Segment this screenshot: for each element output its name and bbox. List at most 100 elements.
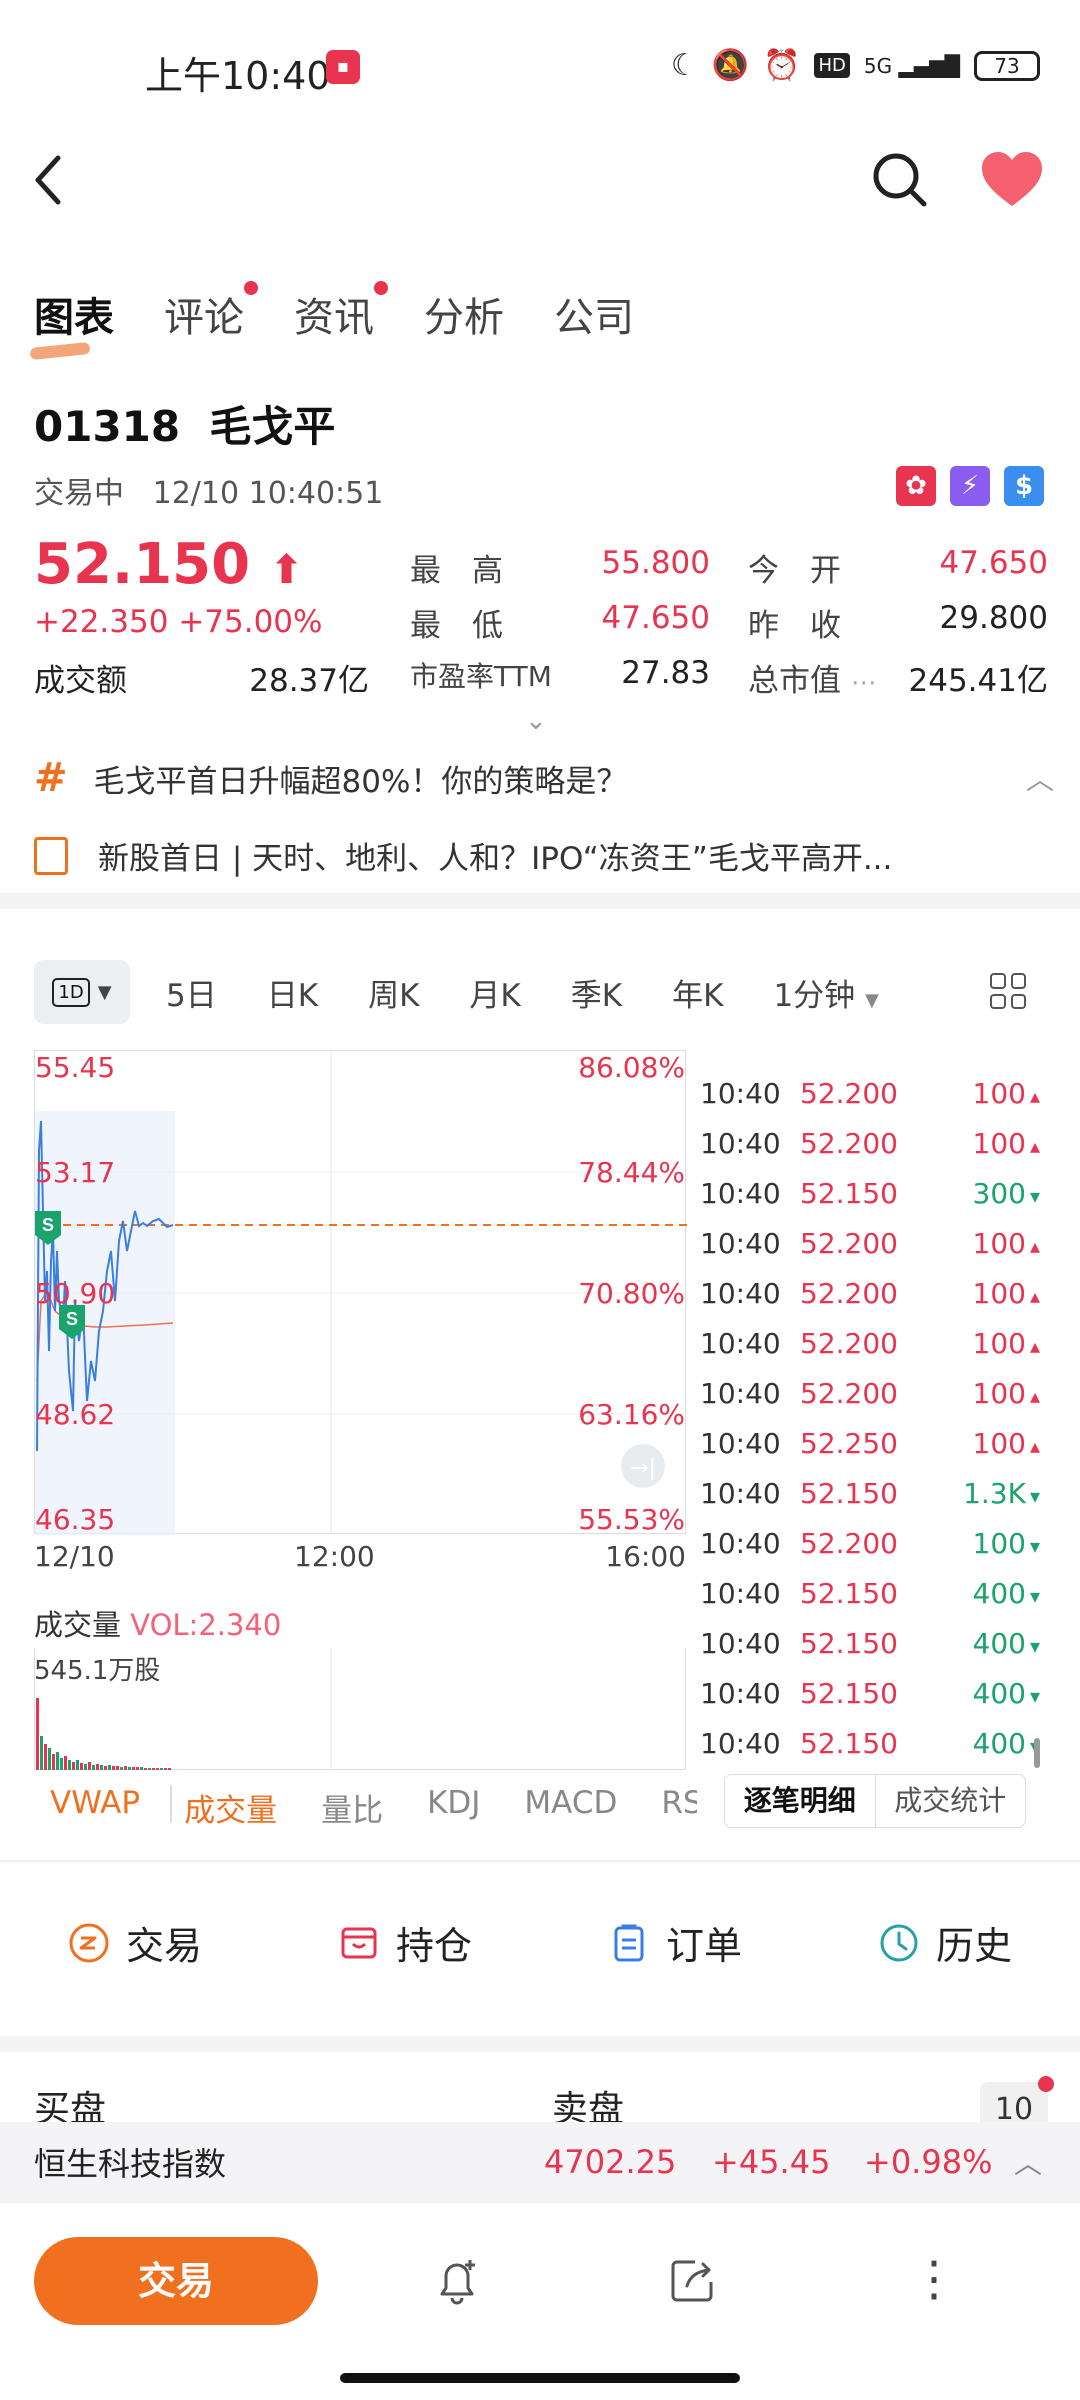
favorite-button[interactable]: [980, 150, 1044, 210]
tab-news[interactable]: 资讯: [294, 281, 388, 343]
y-axis-label: 46.35: [35, 1503, 116, 1536]
period-5d[interactable]: 5日: [166, 970, 217, 1015]
index-ticker[interactable]: 恒生科技指数 4702.25 +45.45 +0.98% ︿: [0, 2122, 1080, 2202]
tick-row: 10:40 52.150 400▾: [700, 1718, 1040, 1768]
arrow-up-icon: ▴: [1029, 1083, 1040, 1108]
home-indicator[interactable]: [340, 2373, 740, 2383]
hd-icon: HD: [814, 53, 850, 78]
tick-volume: 400▾: [972, 1576, 1041, 1610]
tick-volume: 300 ▾: [972, 1176, 1041, 1210]
tick-price: 52.200: [800, 1076, 898, 1110]
tick-volume: 100 ▴: [972, 1126, 1041, 1160]
indicator-volume[interactable]: 成交量: [184, 1785, 277, 1830]
tick-price: 52.200: [800, 1276, 898, 1310]
position-icon: [341, 1927, 377, 1958]
tick-row: 10:40 52.200 100 ▾: [700, 1518, 1040, 1568]
trade-button[interactable]: 交易: [34, 2237, 318, 2325]
indicator-kdj[interactable]: KDJ: [427, 1785, 480, 1830]
index-value: 4702.25: [544, 2143, 677, 2181]
indicator-volume-ratio[interactable]: 量比: [321, 1785, 383, 1830]
interval-select[interactable]: 1分钟 ▼: [773, 970, 878, 1015]
dollar-icon: $: [1004, 466, 1044, 506]
tick-volume: 1.3K ▾: [963, 1476, 1040, 1510]
period-day-k[interactable]: 日K: [267, 970, 318, 1015]
hk-flag-icon: ✿: [896, 466, 936, 506]
period-week-k[interactable]: 周K: [368, 970, 419, 1015]
position-action[interactable]: 持仓: [338, 1915, 472, 1970]
alarm-icon: ⏰: [763, 48, 801, 83]
tick-time: 10:40: [700, 1626, 781, 1660]
status-text: 交易中: [34, 476, 124, 511]
indicator-vwap[interactable]: VWAP: [50, 1785, 140, 1830]
chevron-left-icon: [35, 155, 61, 205]
expand-quote-icon[interactable]: ⌄: [525, 706, 547, 736]
hashtag-icon: #: [34, 755, 68, 801]
tab-comments[interactable]: 评论: [164, 281, 258, 343]
back-button[interactable]: [30, 150, 80, 210]
tab-tick-stats[interactable]: 成交统计: [876, 1775, 1026, 1827]
stock-code: 01318: [34, 402, 181, 451]
period-month-k[interactable]: 月K: [469, 970, 520, 1015]
tick-price: 52.150: [800, 1176, 898, 1210]
tick-list[interactable]: 10:40 52.200 100 ▴ 10:40 52.200 100 ▴ 10:40 52.15…: [700, 1068, 1040, 1768]
y-axis-label: 50.90: [35, 1277, 116, 1310]
y-axis-pct-label: 78.44%: [578, 1156, 685, 1189]
level2-icon: ⚡: [950, 466, 990, 506]
share-button[interactable]: [665, 2254, 719, 2308]
arrow-down-icon: ▾: [1029, 1483, 1040, 1508]
history-icon: [880, 1924, 918, 1961]
tick-price: 52.200: [800, 1226, 898, 1260]
tick-row: 10:40 52.150 300 ▾: [700, 1168, 1040, 1218]
news-article-text: 新股首日 | 天时、地利、人和？IPO“冻资王”毛戈平高开...: [98, 841, 893, 877]
tick-time: 10:40: [700, 1426, 781, 1460]
tick-price: 52.200: [800, 1526, 898, 1560]
tab-chart[interactable]: 图表: [34, 285, 114, 343]
tick-scrollbar[interactable]: [1034, 1738, 1040, 1768]
arrow-up-icon: ▴: [1029, 1383, 1040, 1408]
quote-time: 12/10 10:40:51: [152, 476, 384, 511]
news-topic-row[interactable]: # 毛戈平首日升幅超80%！你的策略是？ ︿: [34, 755, 1054, 801]
period-quarter-k[interactable]: 季K: [571, 970, 622, 1015]
heart-icon: [982, 152, 1042, 206]
indicator-macd[interactable]: MACD: [524, 1785, 617, 1830]
tab-company[interactable]: 公司: [554, 285, 634, 343]
intraday-chart[interactable]: S S →| 55.45 53.17 50.90 48.62 46.35 86.…: [34, 1050, 687, 1536]
history-action[interactable]: 历史: [878, 1915, 1012, 1970]
period-year-k[interactable]: 年K: [672, 970, 723, 1015]
layout-grid-icon[interactable]: [990, 973, 1026, 1009]
arrow-down-icon: ▾: [1029, 1633, 1040, 1658]
status-time: 上午10:40: [145, 54, 331, 98]
tick-price: 52.200: [800, 1326, 898, 1360]
search-icon: [873, 153, 927, 207]
x-axis-label: 12:00: [294, 1540, 375, 1573]
detail-tabs: 图表 评论 资讯 分析 公司: [34, 281, 634, 343]
tick-time: 10:40: [700, 1276, 781, 1310]
tick-volume: 100 ▴: [972, 1326, 1041, 1360]
news-article-row[interactable]: 新股首日 | 天时、地利、人和？IPO“冻资王”毛戈平高开...: [34, 833, 1054, 878]
tick-volume: 400▾: [950, 1727, 1041, 1760]
tick-tabs: 逐笔明细 成交统计: [724, 1774, 1026, 1828]
quote-prev-close: 昨 收 29.800: [748, 600, 1048, 644]
tab-analysis[interactable]: 分析: [424, 285, 504, 343]
index-pct: +0.98%: [864, 2143, 993, 2181]
tick-time: 10:40: [700, 1726, 781, 1760]
svg-text:S: S: [42, 1215, 54, 1235]
more-menu-icon[interactable]: ⋮: [910, 2252, 958, 2306]
tick-price: 52.250: [800, 1426, 898, 1460]
chevron-up-icon[interactable]: ︿: [1026, 758, 1054, 798]
tick-volume: 400▾: [972, 1626, 1041, 1660]
quote-mkt-cap: 总市值 ⋯ 245.41亿: [748, 663, 1048, 699]
price-alert-button[interactable]: [430, 2254, 484, 2308]
order-action[interactable]: 订单: [608, 1915, 742, 1970]
quote-low: 最 低 47.650: [410, 600, 710, 644]
search-button[interactable]: [870, 150, 930, 210]
trade-action[interactable]: 交易: [68, 1915, 202, 1970]
more-info-icon[interactable]: ⋯: [851, 668, 877, 698]
tab-tick-detail[interactable]: 逐笔明细: [725, 1775, 876, 1827]
period-1d[interactable]: 1D ▼: [34, 960, 130, 1024]
chevron-up-icon[interactable]: ︿: [1014, 2142, 1042, 2182]
tick-row: 10:40 52.200 100 ▴: [700, 1118, 1040, 1168]
tick-volume: 100 ▴: [972, 1426, 1041, 1460]
tick-row: 10:40 52.200 100 ▴: [700, 1368, 1040, 1418]
indicator-rsi[interactable]: RS: [661, 1785, 697, 1830]
